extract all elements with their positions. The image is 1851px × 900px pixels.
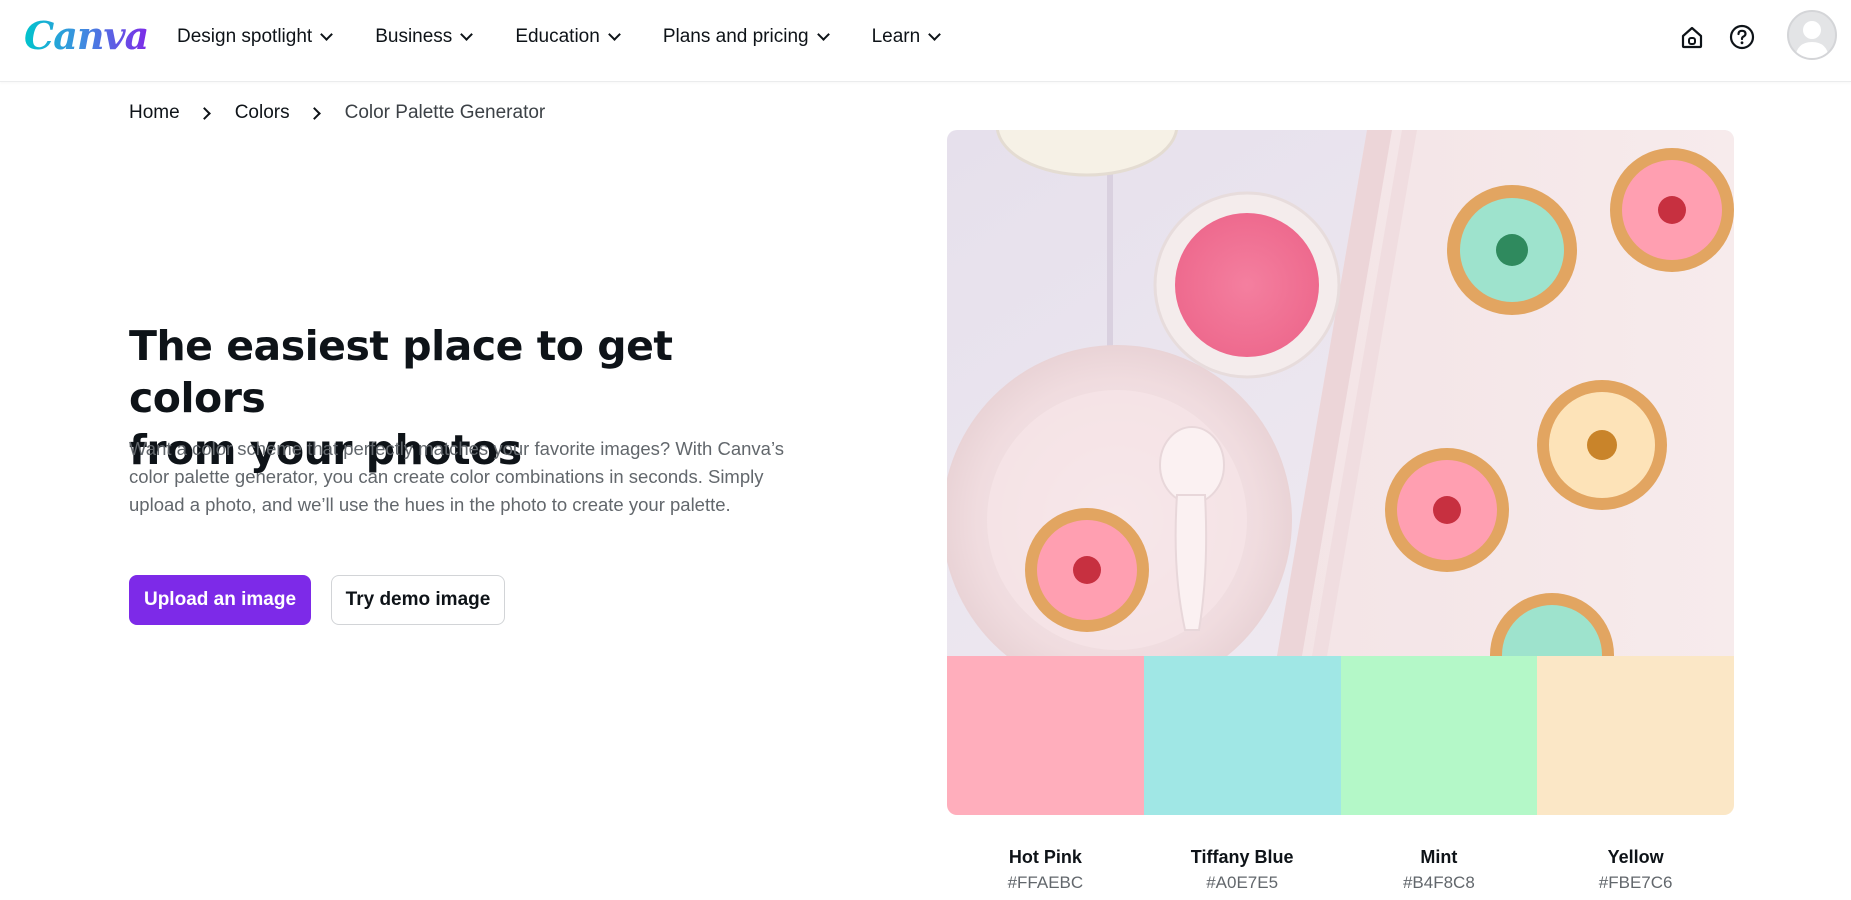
chevron-down-icon [460,28,474,41]
canva-logo[interactable]: Canva [24,12,149,60]
nav-education[interactable]: Education [515,26,621,48]
demo-photo [947,130,1734,656]
swatch-label: Tiffany Blue #A0E7E5 [1144,845,1341,897]
nav-label: Design spotlight [177,26,313,47]
avatar[interactable] [1787,10,1837,60]
donut-pink-plate [1025,508,1149,632]
main-nav: Design spotlight Business Education Plan… [177,0,983,74]
breadcrumb-current: Color Palette Generator [344,102,546,123]
swatch-name: Hot Pink [1008,847,1082,867]
nav-label: Plans and pricing [662,26,809,47]
nav-learn[interactable]: Learn [871,26,942,48]
swatch-hot-pink[interactable] [947,656,1144,815]
palette-swatches [947,656,1734,815]
swatch-label: Yellow #FBE7C6 [1537,845,1734,897]
try-demo-image-button[interactable]: Try demo image [331,575,505,625]
swatch-name: Yellow [1607,847,1664,867]
upload-image-button[interactable]: Upload an image [129,575,311,625]
nav-plans-and-pricing[interactable]: Plans and pricing [662,26,830,48]
nav-label: Business [375,26,453,47]
chevron-down-icon [928,28,942,41]
swatch-name: Mint [1420,847,1458,867]
breadcrumb-colors[interactable]: Colors [235,102,290,124]
breadcrumb-home[interactable]: Home [129,102,180,124]
chevron-right-icon [197,106,211,120]
home-icon[interactable] [1678,23,1706,51]
chevron-right-icon [307,106,321,120]
swatch-hex[interactable]: #A0E7E5 [1144,869,1341,897]
swatch-label: Hot Pink #FFAEBC [947,845,1144,897]
top-header: Canva Design spotlight Business Educatio… [0,0,1851,82]
swatch-label: Mint #B4F8C8 [1341,845,1538,897]
title-line-1: The easiest place to get colors [129,322,673,422]
breadcrumb: Home Colors Color Palette Generator [129,102,545,124]
swatch-tiffany-blue[interactable] [1143,656,1341,815]
palette-labels: Hot Pink #FFAEBC Tiffany Blue #A0E7E5 Mi… [947,845,1734,897]
nav-design-spotlight[interactable]: Design spotlight [177,26,334,48]
swatch-name: Tiffany Blue [1190,847,1294,867]
swatch-yellow[interactable] [1537,656,1734,815]
swatch-hex[interactable]: #B4F8C8 [1341,869,1538,897]
nav-label: Learn [871,26,921,47]
help-icon[interactable] [1728,23,1756,51]
hero-description: Want a color scheme that perfectly match… [129,438,784,515]
palette-card [947,130,1734,815]
nav-business[interactable]: Business [375,26,474,48]
user-silhouette-icon [1795,21,1829,58]
chevron-down-icon [816,28,830,41]
swatch-hex[interactable]: #FBE7C6 [1537,869,1734,897]
chevron-down-icon [607,28,621,41]
nav-label: Education [515,26,600,47]
swatch-mint[interactable] [1340,656,1538,815]
chevron-down-icon [320,28,334,41]
swatch-hex[interactable]: #FFAEBC [947,869,1144,897]
